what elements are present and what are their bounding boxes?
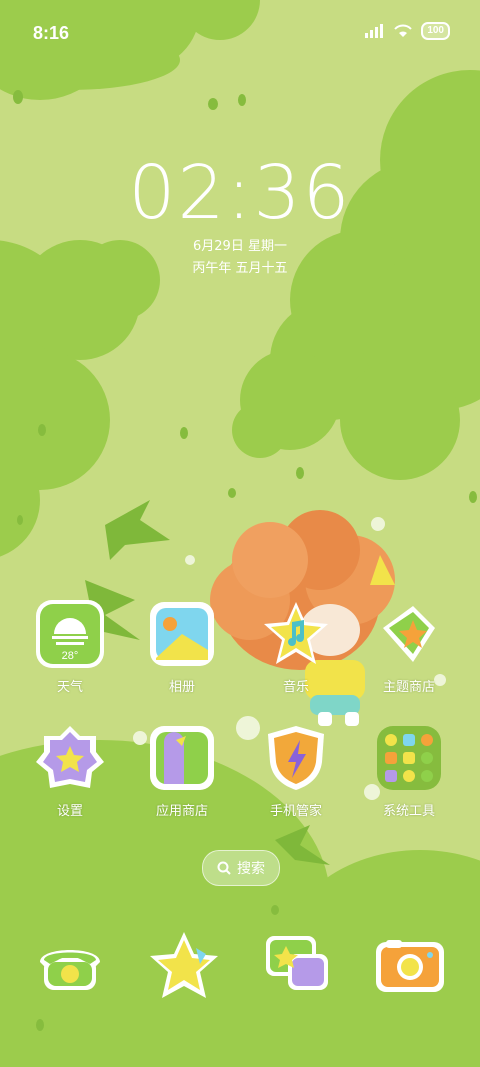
- app-label: 应用商店: [155, 804, 208, 819]
- settings-icon: [34, 722, 106, 794]
- wifi-icon: [394, 24, 413, 37]
- camera-icon: [376, 940, 444, 992]
- app-label: 设置: [56, 804, 83, 819]
- dock-star-app[interactable]: [146, 928, 222, 1004]
- app-store-icon: [146, 722, 218, 794]
- app-phone-manager[interactable]: 手机管家: [248, 722, 344, 819]
- app-gallery[interactable]: 相册: [134, 598, 230, 695]
- search-button[interactable]: 搜索: [202, 850, 280, 886]
- search-icon: [217, 861, 231, 875]
- app-weather[interactable]: 28° 天气: [22, 598, 118, 695]
- app-label: 主题商店: [382, 680, 435, 695]
- app-app-store[interactable]: 应用商店: [134, 722, 230, 819]
- system-tools-folder-icon: [373, 722, 445, 794]
- battery-icon: 100: [421, 22, 450, 40]
- dock-messages[interactable]: [260, 928, 336, 1004]
- gallery-icon: [146, 598, 218, 670]
- weather-icon: 28°: [34, 598, 106, 670]
- phone-manager-icon: [260, 722, 332, 794]
- theme-store-icon: [373, 598, 445, 670]
- status-time: 8:16: [33, 23, 70, 43]
- signal-icon: [365, 24, 384, 38]
- app-label: 相册: [168, 680, 195, 695]
- phone-icon: [40, 950, 100, 990]
- music-icon: [260, 598, 332, 670]
- app-label: 音乐: [282, 680, 309, 695]
- star-app-icon: [150, 932, 218, 998]
- search-label: 搜索: [237, 861, 265, 877]
- weather-temp: 28°: [62, 650, 79, 662]
- date-line: 6月29日 星期一: [193, 239, 287, 254]
- lunar-date-line: 丙午年 五月十五: [192, 261, 288, 276]
- dock-camera[interactable]: [372, 928, 448, 1004]
- status-bar: 8:16 100: [0, 0, 480, 68]
- lock-clock-time: 02:36: [128, 150, 352, 236]
- lock-clock-date: 6月29日 星期一 丙午年 五月十五: [0, 236, 480, 280]
- app-label: 天气: [56, 680, 83, 695]
- dock-phone[interactable]: [32, 928, 108, 1004]
- app-music[interactable]: 音乐: [248, 598, 344, 695]
- app-theme-store[interactable]: 主题商店: [361, 598, 457, 695]
- app-settings[interactable]: 设置: [22, 722, 118, 819]
- app-label: 系统工具: [382, 804, 435, 819]
- app-system-tools-folder[interactable]: 系统工具: [361, 722, 457, 819]
- messages-icon: [266, 936, 328, 990]
- app-label: 手机管家: [269, 804, 322, 819]
